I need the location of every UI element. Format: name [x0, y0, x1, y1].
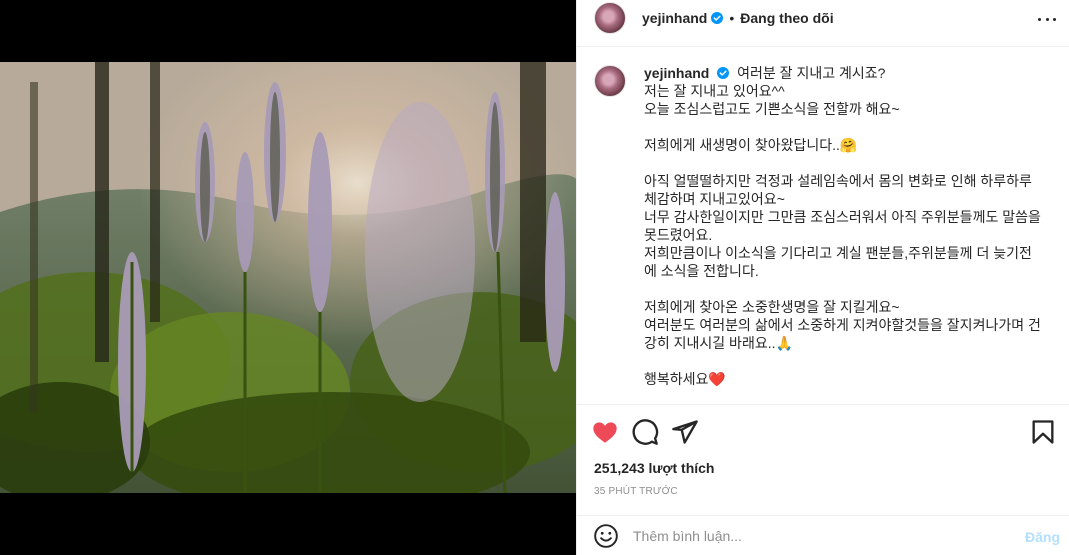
share-button[interactable]: [671, 418, 699, 446]
heart-filled-icon: [593, 422, 617, 443]
caption-username[interactable]: yejinhand: [644, 65, 709, 81]
caption-text: 여러분 잘 지내고 계시죠? 저는 잘 지내고 있어요^^ 오늘 조심스럽고도 …: [644, 65, 1041, 387]
comment-bar: Đăng: [577, 516, 1069, 555]
caption-block: yejinhand 여러분 잘 지내고 계시죠? 저는 잘 지내고 있어요^^ …: [594, 64, 1054, 404]
post-timestamp[interactable]: 35 PHÚT TRƯỚC: [594, 486, 678, 497]
caption: yejinhand 여러분 잘 지내고 계시죠? 저는 잘 지내고 있어요^^ …: [644, 64, 1044, 404]
like-button[interactable]: [591, 418, 619, 446]
lavender-flowers-image: [0, 62, 576, 493]
author-username[interactable]: yejinhand: [642, 10, 707, 26]
post-photo[interactable]: [0, 62, 576, 493]
comment-bubble-icon: [632, 419, 659, 445]
post-side-panel: yejinhand • Đang theo dõi yejinhand 여러분 …: [576, 0, 1069, 555]
author-avatar[interactable]: [594, 2, 626, 34]
smiley-icon[interactable]: [593, 523, 619, 549]
caption-avatar[interactable]: [594, 65, 626, 97]
bookmark-icon: [1032, 420, 1054, 444]
separator-dot: •: [729, 10, 735, 26]
post-comment-button[interactable]: Đăng: [1025, 529, 1060, 545]
more-dots-icon[interactable]: [1038, 10, 1056, 28]
header-divider: [577, 46, 1069, 47]
post-header: yejinhand • Đang theo dõi: [577, 0, 1069, 36]
comment-input[interactable]: [633, 527, 1013, 544]
verified-badge-icon: [717, 67, 730, 79]
action-bar: [591, 418, 1057, 446]
paper-plane-icon: [672, 420, 698, 444]
media-panel: [0, 0, 576, 555]
actions-divider: [577, 404, 1069, 405]
follow-status-button[interactable]: Đang theo dõi: [740, 10, 833, 26]
like-count[interactable]: 251,243 lượt thích: [594, 460, 714, 476]
comment-button[interactable]: [631, 418, 659, 446]
save-button[interactable]: [1029, 418, 1057, 446]
verified-badge-icon: [711, 12, 724, 24]
